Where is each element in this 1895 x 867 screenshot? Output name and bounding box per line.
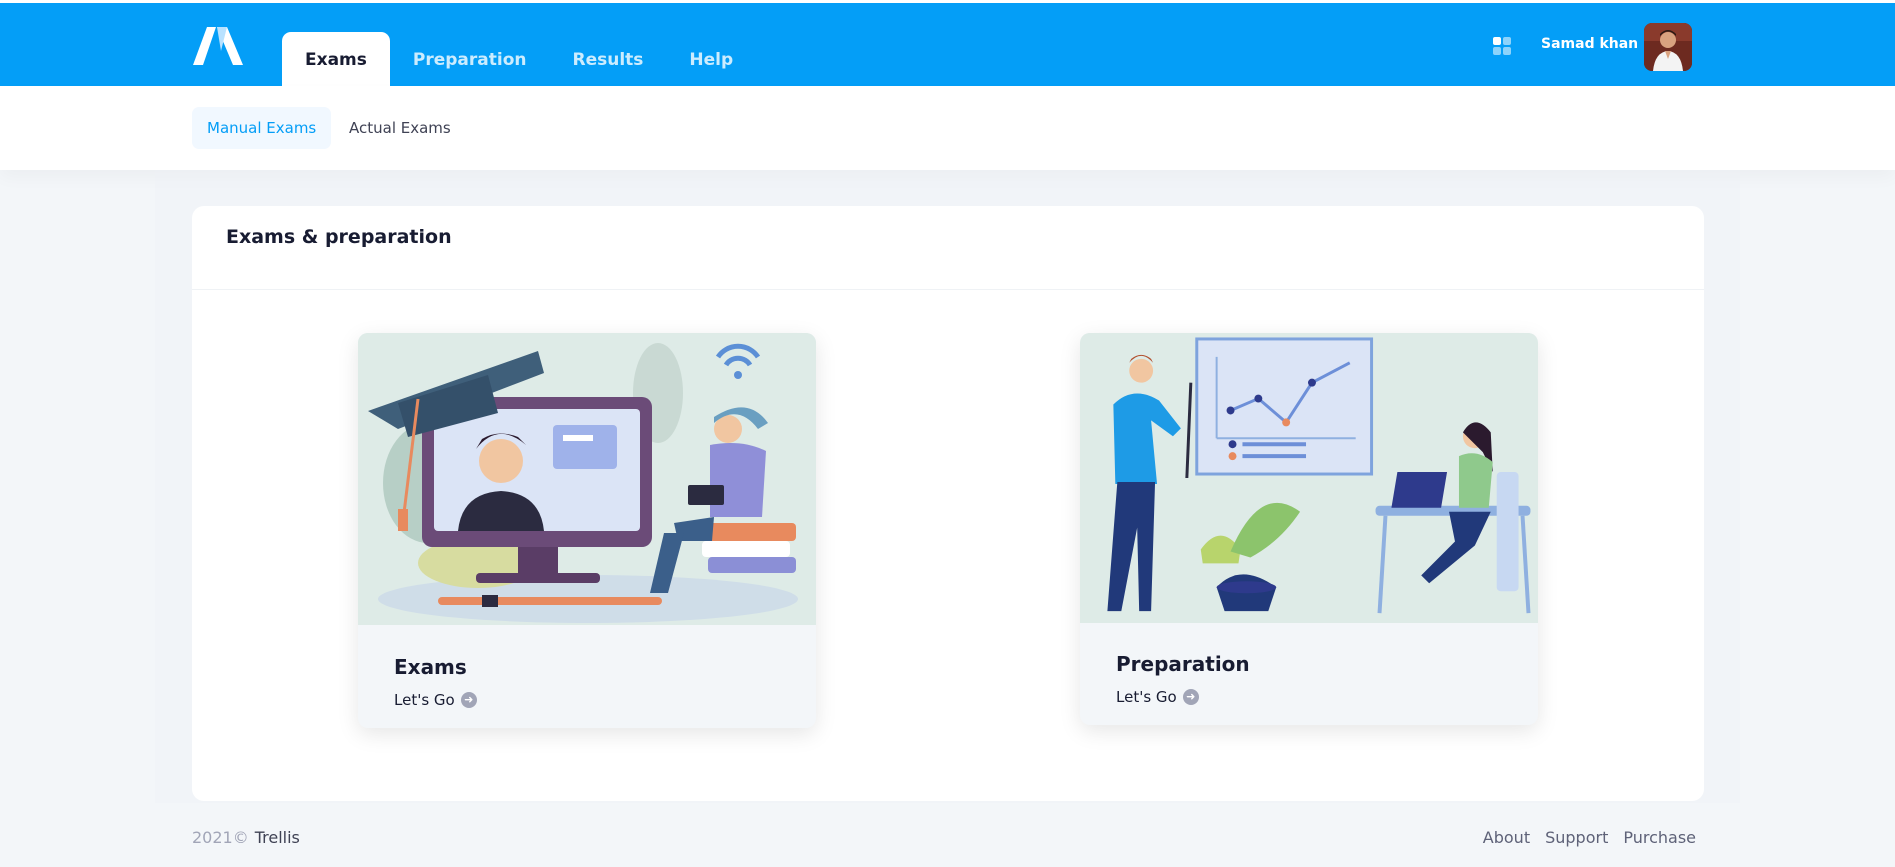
footer-link-support[interactable]: Support [1545, 828, 1608, 847]
subtab-actual-exams[interactable]: Actual Exams [334, 107, 466, 149]
avatar[interactable] [1644, 23, 1692, 71]
footer-year: 2021© [192, 828, 249, 847]
main-nav: Exams Preparation Results Help [282, 32, 756, 89]
preparation-tile[interactable]: Preparation Let's Go ➜ [1080, 333, 1538, 725]
page-title: Exams & preparation [226, 226, 452, 248]
card-header: Exams & preparation [192, 206, 1704, 290]
apps-grid-icon[interactable] [1493, 37, 1512, 56]
nav-tab-exams[interactable]: Exams [282, 32, 390, 89]
preparation-lets-go-label: Let's Go [1116, 688, 1177, 706]
main-card: Exams & preparation Exams Let's Go ➜ Pre… [192, 206, 1704, 801]
nav-tab-preparation[interactable]: Preparation [390, 32, 550, 89]
user-name[interactable]: Samad khan [1541, 36, 1638, 52]
arrow-circle-right-icon: ➜ [460, 692, 477, 708]
preparation-tile-title: Preparation [1116, 652, 1250, 676]
exams-lets-go-label: Let's Go [394, 691, 455, 709]
logo[interactable] [191, 27, 245, 65]
footer-brand-link[interactable]: Trellis [255, 828, 300, 847]
exams-illustration [358, 333, 816, 625]
sub-header: Manual Exams Actual Exams [0, 86, 1895, 170]
footer-links: About Support Purchase [1483, 828, 1696, 847]
nav-tab-results[interactable]: Results [550, 32, 667, 89]
exams-tile-title: Exams [394, 655, 467, 679]
arrow-circle-right-icon: ➜ [1182, 689, 1199, 705]
footer-copyright: 2021© Trellis [192, 828, 300, 847]
footer-link-about[interactable]: About [1483, 828, 1530, 847]
exams-lets-go-link[interactable]: Let's Go ➜ [394, 691, 477, 709]
preparation-illustration [1080, 333, 1538, 623]
subtab-manual-exams[interactable]: Manual Exams [192, 107, 332, 149]
footer-link-purchase[interactable]: Purchase [1623, 828, 1696, 847]
exams-tile[interactable]: Exams Let's Go ➜ [358, 333, 816, 728]
preparation-lets-go-link[interactable]: Let's Go ➜ [1116, 688, 1199, 706]
top-header: Exams Preparation Results Help Samad kha… [0, 0, 1895, 89]
nav-tab-help[interactable]: Help [666, 32, 756, 89]
